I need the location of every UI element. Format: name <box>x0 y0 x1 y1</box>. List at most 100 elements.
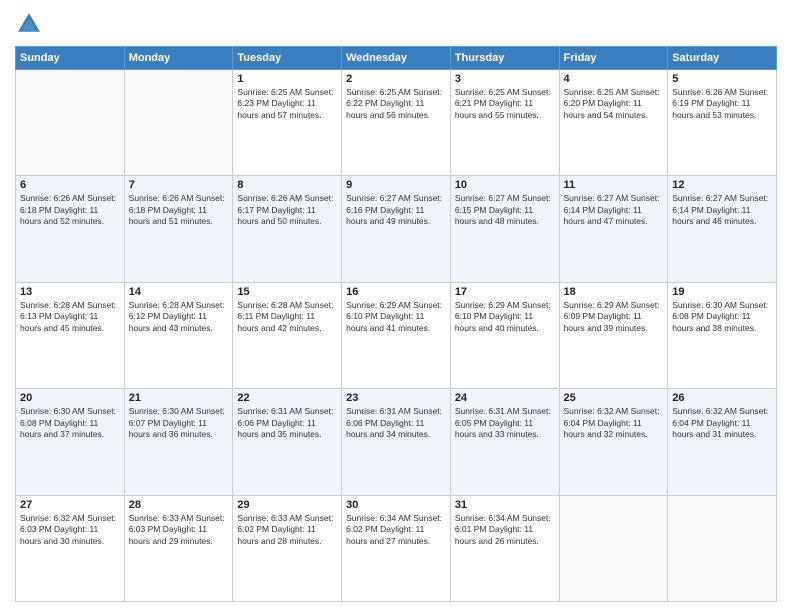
day-info: Sunrise: 6:31 AM Sunset: 6:06 PM Dayligh… <box>237 406 337 440</box>
day-number: 1 <box>237 73 337 85</box>
calendar-day-header: Wednesday <box>342 47 451 70</box>
calendar-cell: 2 Sunrise: 6:25 AM Sunset: 6:22 PM Daylig… <box>342 70 451 176</box>
day-info: Sunrise: 6:27 AM Sunset: 6:14 PM Dayligh… <box>672 193 772 227</box>
day-number: 24 <box>455 392 555 404</box>
day-number: 13 <box>20 286 120 298</box>
calendar-cell: 20 Sunrise: 6:30 AM Sunset: 6:08 PM Dayli… <box>16 389 125 495</box>
day-info: Sunrise: 6:30 AM Sunset: 6:07 PM Dayligh… <box>129 406 229 440</box>
calendar-week-row: 20 Sunrise: 6:30 AM Sunset: 6:08 PM Dayli… <box>16 389 777 495</box>
calendar-day-header: Tuesday <box>233 47 342 70</box>
calendar-cell: 8Sunrise: 6:26 AM Sunset: 6:17 PM Daylig… <box>233 176 342 282</box>
day-info: Sunrise: 6:28 AM Sunset: 6:11 PM Dayligh… <box>237 300 337 334</box>
day-number: 25 <box>564 392 664 404</box>
calendar-cell: 23 Sunrise: 6:31 AM Sunset: 6:06 PM Dayli… <box>342 389 451 495</box>
calendar-cell: 18Sunrise: 6:29 AM Sunset: 6:09 PM Dayli… <box>559 282 668 388</box>
calendar-cell: 31 Sunrise: 6:34 AM Sunset: 6:01 PM Dayli… <box>450 495 559 601</box>
day-info: Sunrise: 6:26 AM Sunset: 6:18 PM Dayligh… <box>20 193 120 227</box>
day-info: Sunrise: 6:28 AM Sunset: 6:12 PM Dayligh… <box>129 300 229 334</box>
calendar-cell: 10 Sunrise: 6:27 AM Sunset: 6:15 PM Dayli… <box>450 176 559 282</box>
calendar-cell <box>124 70 233 176</box>
calendar-cell: 27Sunrise: 6:32 AM Sunset: 6:03 PM Dayli… <box>16 495 125 601</box>
day-number: 16 <box>346 286 446 298</box>
calendar-cell: 28Sunrise: 6:33 AM Sunset: 6:03 PM Dayli… <box>124 495 233 601</box>
day-info: Sunrise: 6:31 AM Sunset: 6:06 PM Dayligh… <box>346 406 446 440</box>
calendar-cell <box>559 495 668 601</box>
calendar-cell: 19 Sunrise: 6:30 AM Sunset: 6:08 PM Dayli… <box>668 282 777 388</box>
calendar-week-row: 27Sunrise: 6:32 AM Sunset: 6:03 PM Dayli… <box>16 495 777 601</box>
calendar-cell: 21 Sunrise: 6:30 AM Sunset: 6:07 PM Dayli… <box>124 389 233 495</box>
day-info: Sunrise: 6:25 AM Sunset: 6:22 PM Dayligh… <box>346 87 446 121</box>
day-number: 26 <box>672 392 772 404</box>
calendar-day-header: Saturday <box>668 47 777 70</box>
calendar-cell: 1Sunrise: 6:25 AM Sunset: 6:23 PM Daylig… <box>233 70 342 176</box>
day-number: 2 <box>346 73 446 85</box>
calendar-week-row: 1Sunrise: 6:25 AM Sunset: 6:23 PM Daylig… <box>16 70 777 176</box>
day-info: Sunrise: 6:26 AM Sunset: 6:19 PM Dayligh… <box>672 87 772 121</box>
calendar-cell: 6 Sunrise: 6:26 AM Sunset: 6:18 PM Daylig… <box>16 176 125 282</box>
day-number: 20 <box>20 392 120 404</box>
day-info: Sunrise: 6:25 AM Sunset: 6:21 PM Dayligh… <box>455 87 555 121</box>
calendar-cell: 12 Sunrise: 6:27 AM Sunset: 6:14 PM Dayli… <box>668 176 777 282</box>
calendar-cell: 13 Sunrise: 6:28 AM Sunset: 6:13 PM Dayli… <box>16 282 125 388</box>
day-info: Sunrise: 6:34 AM Sunset: 6:02 PM Dayligh… <box>346 513 446 547</box>
calendar-cell: 17 Sunrise: 6:29 AM Sunset: 6:10 PM Dayli… <box>450 282 559 388</box>
calendar-day-header: Thursday <box>450 47 559 70</box>
calendar-cell: 22 Sunrise: 6:31 AM Sunset: 6:06 PM Dayli… <box>233 389 342 495</box>
day-info: Sunrise: 6:32 AM Sunset: 6:04 PM Dayligh… <box>564 406 664 440</box>
day-number: 18 <box>564 286 664 298</box>
calendar-week-row: 6 Sunrise: 6:26 AM Sunset: 6:18 PM Daylig… <box>16 176 777 282</box>
calendar-cell: 14 Sunrise: 6:28 AM Sunset: 6:12 PM Dayli… <box>124 282 233 388</box>
calendar-cell: 26 Sunrise: 6:32 AM Sunset: 6:04 PM Dayli… <box>668 389 777 495</box>
calendar-cell: 24 Sunrise: 6:31 AM Sunset: 6:05 PM Dayli… <box>450 389 559 495</box>
day-info: Sunrise: 6:34 AM Sunset: 6:01 PM Dayligh… <box>455 513 555 547</box>
day-info: Sunrise: 6:27 AM Sunset: 6:15 PM Dayligh… <box>455 193 555 227</box>
day-number: 19 <box>672 286 772 298</box>
day-number: 12 <box>672 179 772 191</box>
day-number: 4 <box>564 73 664 85</box>
day-number: 21 <box>129 392 229 404</box>
day-number: 3 <box>455 73 555 85</box>
day-number: 23 <box>346 392 446 404</box>
day-info: Sunrise: 6:26 AM Sunset: 6:17 PM Dayligh… <box>237 193 337 227</box>
day-info: Sunrise: 6:30 AM Sunset: 6:08 PM Dayligh… <box>20 406 120 440</box>
calendar-day-header: Sunday <box>16 47 125 70</box>
day-number: 15 <box>237 286 337 298</box>
day-info: Sunrise: 6:25 AM Sunset: 6:20 PM Dayligh… <box>564 87 664 121</box>
calendar-cell: 4 Sunrise: 6:25 AM Sunset: 6:20 PM Daylig… <box>559 70 668 176</box>
header <box>15 10 777 38</box>
day-number: 31 <box>455 499 555 511</box>
calendar-cell: 29 Sunrise: 6:33 AM Sunset: 6:02 PM Dayli… <box>233 495 342 601</box>
calendar-cell: 25 Sunrise: 6:32 AM Sunset: 6:04 PM Dayli… <box>559 389 668 495</box>
day-info: Sunrise: 6:27 AM Sunset: 6:14 PM Dayligh… <box>564 193 664 227</box>
day-number: 22 <box>237 392 337 404</box>
calendar-day-header: Monday <box>124 47 233 70</box>
day-number: 14 <box>129 286 229 298</box>
calendar-cell: 30 Sunrise: 6:34 AM Sunset: 6:02 PM Dayli… <box>342 495 451 601</box>
calendar-cell: 11 Sunrise: 6:27 AM Sunset: 6:14 PM Dayli… <box>559 176 668 282</box>
day-number: 11 <box>564 179 664 191</box>
day-info: Sunrise: 6:30 AM Sunset: 6:08 PM Dayligh… <box>672 300 772 334</box>
calendar-cell: 9Sunrise: 6:27 AM Sunset: 6:16 PM Daylig… <box>342 176 451 282</box>
day-info: Sunrise: 6:32 AM Sunset: 6:04 PM Dayligh… <box>672 406 772 440</box>
day-number: 30 <box>346 499 446 511</box>
calendar-table: SundayMondayTuesdayWednesdayThursdayFrid… <box>15 46 777 602</box>
calendar-day-header: Friday <box>559 47 668 70</box>
calendar-cell: 3 Sunrise: 6:25 AM Sunset: 6:21 PM Daylig… <box>450 70 559 176</box>
day-number: 5 <box>672 73 772 85</box>
page: SundayMondayTuesdayWednesdayThursdayFrid… <box>0 0 792 612</box>
day-number: 6 <box>20 179 120 191</box>
calendar-cell: 7Sunrise: 6:26 AM Sunset: 6:18 PM Daylig… <box>124 176 233 282</box>
day-info: Sunrise: 6:28 AM Sunset: 6:13 PM Dayligh… <box>20 300 120 334</box>
calendar-cell: 16Sunrise: 6:29 AM Sunset: 6:10 PM Dayli… <box>342 282 451 388</box>
day-info: Sunrise: 6:31 AM Sunset: 6:05 PM Dayligh… <box>455 406 555 440</box>
day-info: Sunrise: 6:29 AM Sunset: 6:10 PM Dayligh… <box>455 300 555 334</box>
logo <box>15 10 47 38</box>
calendar-cell: 15 Sunrise: 6:28 AM Sunset: 6:11 PM Dayli… <box>233 282 342 388</box>
calendar-header-row: SundayMondayTuesdayWednesdayThursdayFrid… <box>16 47 777 70</box>
day-info: Sunrise: 6:33 AM Sunset: 6:02 PM Dayligh… <box>237 513 337 547</box>
calendar-body: 1Sunrise: 6:25 AM Sunset: 6:23 PM Daylig… <box>16 70 777 602</box>
day-number: 29 <box>237 499 337 511</box>
day-number: 17 <box>455 286 555 298</box>
day-number: 10 <box>455 179 555 191</box>
day-info: Sunrise: 6:32 AM Sunset: 6:03 PM Dayligh… <box>20 513 120 547</box>
